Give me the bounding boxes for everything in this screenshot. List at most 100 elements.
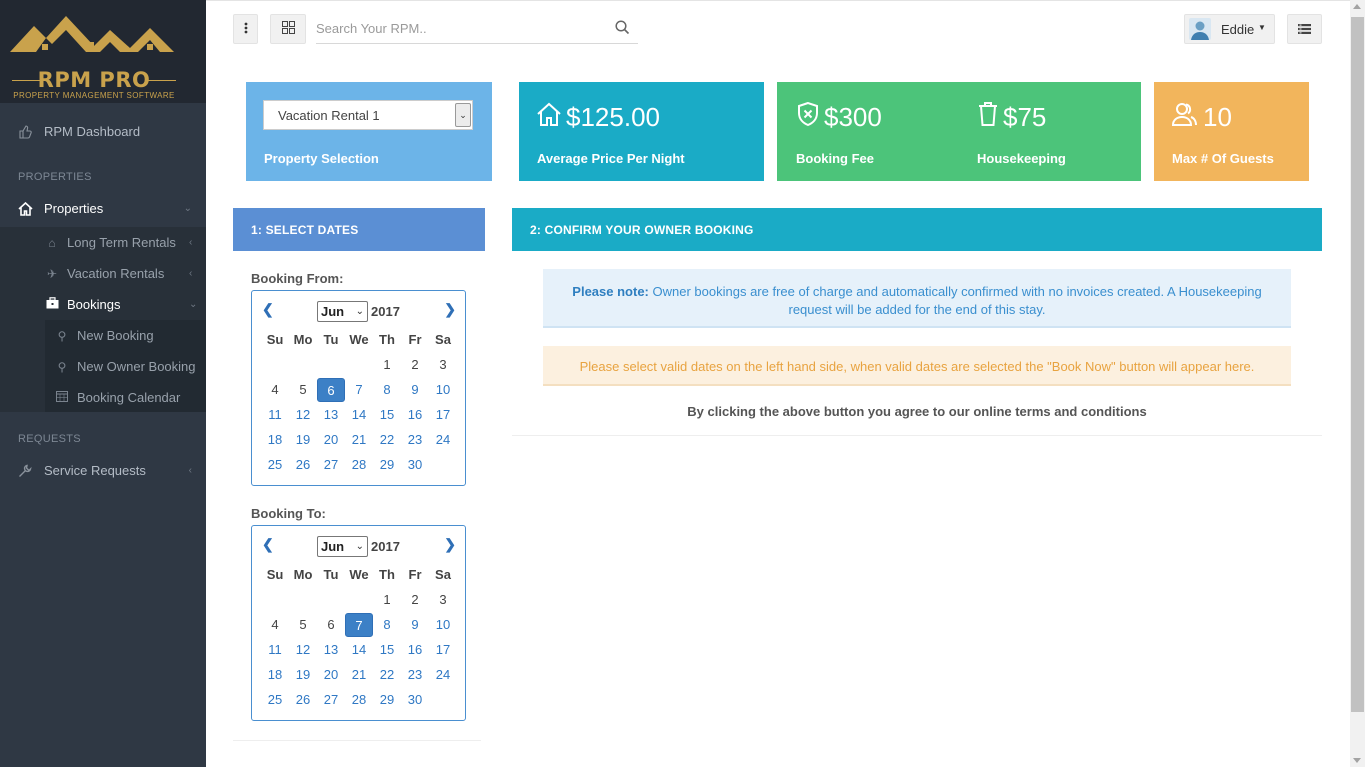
sidebar-item-long-term-rentals[interactable]: ⌂ Long Term Rentals ‹ xyxy=(44,227,206,258)
chevron-down-icon: ⌄ xyxy=(355,306,364,317)
chevron-left-icon[interactable]: ❮ xyxy=(262,301,274,318)
chevron-left-icon: ‹ xyxy=(189,237,193,248)
calendar-day[interactable]: 12 xyxy=(289,637,317,662)
calendar-day[interactable]: 15 xyxy=(373,402,401,427)
select-dates-warning: Please select valid dates on the left ha… xyxy=(543,346,1291,386)
calendar-day[interactable]: 8 xyxy=(373,612,401,637)
more-options-button[interactable] xyxy=(233,14,258,44)
calendar-day[interactable]: 27 xyxy=(317,452,345,477)
calendar-day[interactable]: 9 xyxy=(401,377,429,402)
trash-icon xyxy=(977,101,1003,134)
home-icon: ⌂ xyxy=(48,235,56,250)
booking-to-calendar: ❮ Jun ⌄ 2017 ❯ Su Mo Tu We Th Fr Sa 1 2 3 4 5 6 7 8 9 10 1… xyxy=(251,525,466,721)
calendar-day[interactable]: 19 xyxy=(289,662,317,687)
calendar-day[interactable]: 14 xyxy=(345,637,373,662)
calendar-day[interactable]: 8 xyxy=(373,377,401,402)
calendar-day[interactable]: 28 xyxy=(345,687,373,712)
calendar-day-selected[interactable]: 7 xyxy=(345,612,373,637)
settings-toggle-button[interactable] xyxy=(1287,14,1322,44)
sidebar-item-properties[interactable]: Properties ⌄ xyxy=(0,193,206,224)
calendar-day: 2 xyxy=(411,592,419,607)
tile-caption: Average Price Per Night xyxy=(537,151,685,166)
calendar-day[interactable]: 11 xyxy=(261,637,289,662)
sidebar-item-rpm-dashboard[interactable]: RPM Dashboard xyxy=(0,116,206,147)
calendar-day[interactable]: 16 xyxy=(401,402,429,427)
top-bar: Eddie ▼ xyxy=(206,0,1350,58)
calendar-day[interactable]: 29 xyxy=(373,452,401,477)
weekday-header: Fr xyxy=(408,567,422,582)
sidebar-item-service-requests[interactable]: Service Requests ‹ xyxy=(0,455,206,486)
calendar-day[interactable]: 25 xyxy=(261,687,289,712)
calendar-day[interactable]: 21 xyxy=(345,427,373,452)
sidebar-item-booking-calendar[interactable]: Booking Calendar xyxy=(54,382,206,413)
chevron-left-icon[interactable]: ❮ xyxy=(262,536,274,553)
calendar-day[interactable]: 17 xyxy=(429,402,457,427)
chevron-down-icon: ⌄ xyxy=(189,299,198,310)
calendar-day[interactable]: 14 xyxy=(345,402,373,427)
sidebar-item-bookings[interactable]: Bookings ⌄ xyxy=(44,289,206,320)
scroll-down-icon[interactable] xyxy=(1353,758,1361,763)
tile-max-guests: 10 Max # Of Guests xyxy=(1154,82,1309,181)
calendar-empty-cell xyxy=(289,352,317,377)
calendar-day[interactable]: 20 xyxy=(317,662,345,687)
calendar-day[interactable]: 26 xyxy=(289,452,317,477)
vertical-dots-icon xyxy=(244,22,248,37)
chevron-right-icon[interactable]: ❯ xyxy=(444,301,456,318)
property-select[interactable]: Vacation Rental 1 ⌄ xyxy=(263,100,473,130)
calendar-day[interactable]: 24 xyxy=(429,427,457,452)
calendar-day[interactable]: 28 xyxy=(345,452,373,477)
rpm-pro-logo[interactable]: RPM PRO PROPERTY MANAGEMENT SOFTWARE xyxy=(0,0,206,103)
calendar-day[interactable]: 13 xyxy=(317,637,345,662)
sidebar-item-new-booking[interactable]: ⚲ New Booking xyxy=(54,320,206,351)
calendar-day[interactable]: 7 xyxy=(345,377,373,402)
calendar-day[interactable]: 20 xyxy=(317,427,345,452)
calendar-day[interactable]: 10 xyxy=(429,612,457,637)
page-scrollbar[interactable] xyxy=(1350,0,1365,767)
calendar-day[interactable]: 30 xyxy=(401,687,429,712)
search-input[interactable] xyxy=(316,21,606,36)
tile-value: $300 xyxy=(796,101,882,134)
search-icon[interactable] xyxy=(615,20,630,38)
sidebar-item-new-owner-booking[interactable]: ⚲ New Owner Booking xyxy=(54,351,206,382)
calendar-day[interactable]: 23 xyxy=(401,662,429,687)
calendar-day[interactable]: 30 xyxy=(401,452,429,477)
calendar-day[interactable]: 22 xyxy=(373,662,401,687)
calendar-day[interactable]: 23 xyxy=(401,427,429,452)
calendar-day[interactable]: 21 xyxy=(345,662,373,687)
calendar-day[interactable]: 19 xyxy=(289,427,317,452)
chevron-right-icon[interactable]: ❯ xyxy=(444,536,456,553)
confirm-booking-header: 2: CONFIRM YOUR OWNER BOOKING xyxy=(512,208,1322,251)
calendar-empty-cell xyxy=(289,587,317,612)
calendar-day[interactable]: 11 xyxy=(261,402,289,427)
calendar-day[interactable]: 16 xyxy=(401,637,429,662)
calendar-day[interactable]: 18 xyxy=(261,662,289,687)
calendar-day[interactable]: 24 xyxy=(429,662,457,687)
calendar-day[interactable]: 18 xyxy=(261,427,289,452)
month-select[interactable]: Jun ⌄ xyxy=(317,301,368,322)
calendar-empty-cell xyxy=(345,587,373,612)
caret-down-icon: ▼ xyxy=(1258,23,1266,32)
sidebar-item-label: Long Term Rentals xyxy=(67,235,176,250)
calendar-day[interactable]: 9 xyxy=(401,612,429,637)
user-menu-button[interactable]: Eddie ▼ xyxy=(1184,14,1275,44)
scroll-up-icon[interactable] xyxy=(1353,4,1361,9)
calendar-day[interactable]: 13 xyxy=(317,402,345,427)
calendar-day[interactable]: 17 xyxy=(429,637,457,662)
chevron-left-icon: ‹ xyxy=(188,465,192,476)
calendar-day[interactable]: 10 xyxy=(429,377,457,402)
sidebar-item-vacation-rentals[interactable]: ✈ Vacation Rentals ‹ xyxy=(44,258,206,289)
thumb-icon xyxy=(17,124,33,140)
calendar-day[interactable]: 22 xyxy=(373,427,401,452)
calendar-day[interactable]: 27 xyxy=(317,687,345,712)
calendar-day[interactable]: 12 xyxy=(289,402,317,427)
calendar-day-selected[interactable]: 6 xyxy=(317,377,345,402)
calendar-day[interactable]: 15 xyxy=(373,637,401,662)
chevron-down-icon: ⌄ xyxy=(355,541,364,552)
calendar-empty-cell xyxy=(317,587,345,612)
calendar-day[interactable]: 29 xyxy=(373,687,401,712)
calendar-day[interactable]: 26 xyxy=(289,687,317,712)
scrollbar-thumb[interactable] xyxy=(1351,17,1364,712)
calendar-day[interactable]: 25 xyxy=(261,452,289,477)
month-select[interactable]: Jun ⌄ xyxy=(317,536,368,557)
grid-menu-button[interactable] xyxy=(270,14,306,44)
